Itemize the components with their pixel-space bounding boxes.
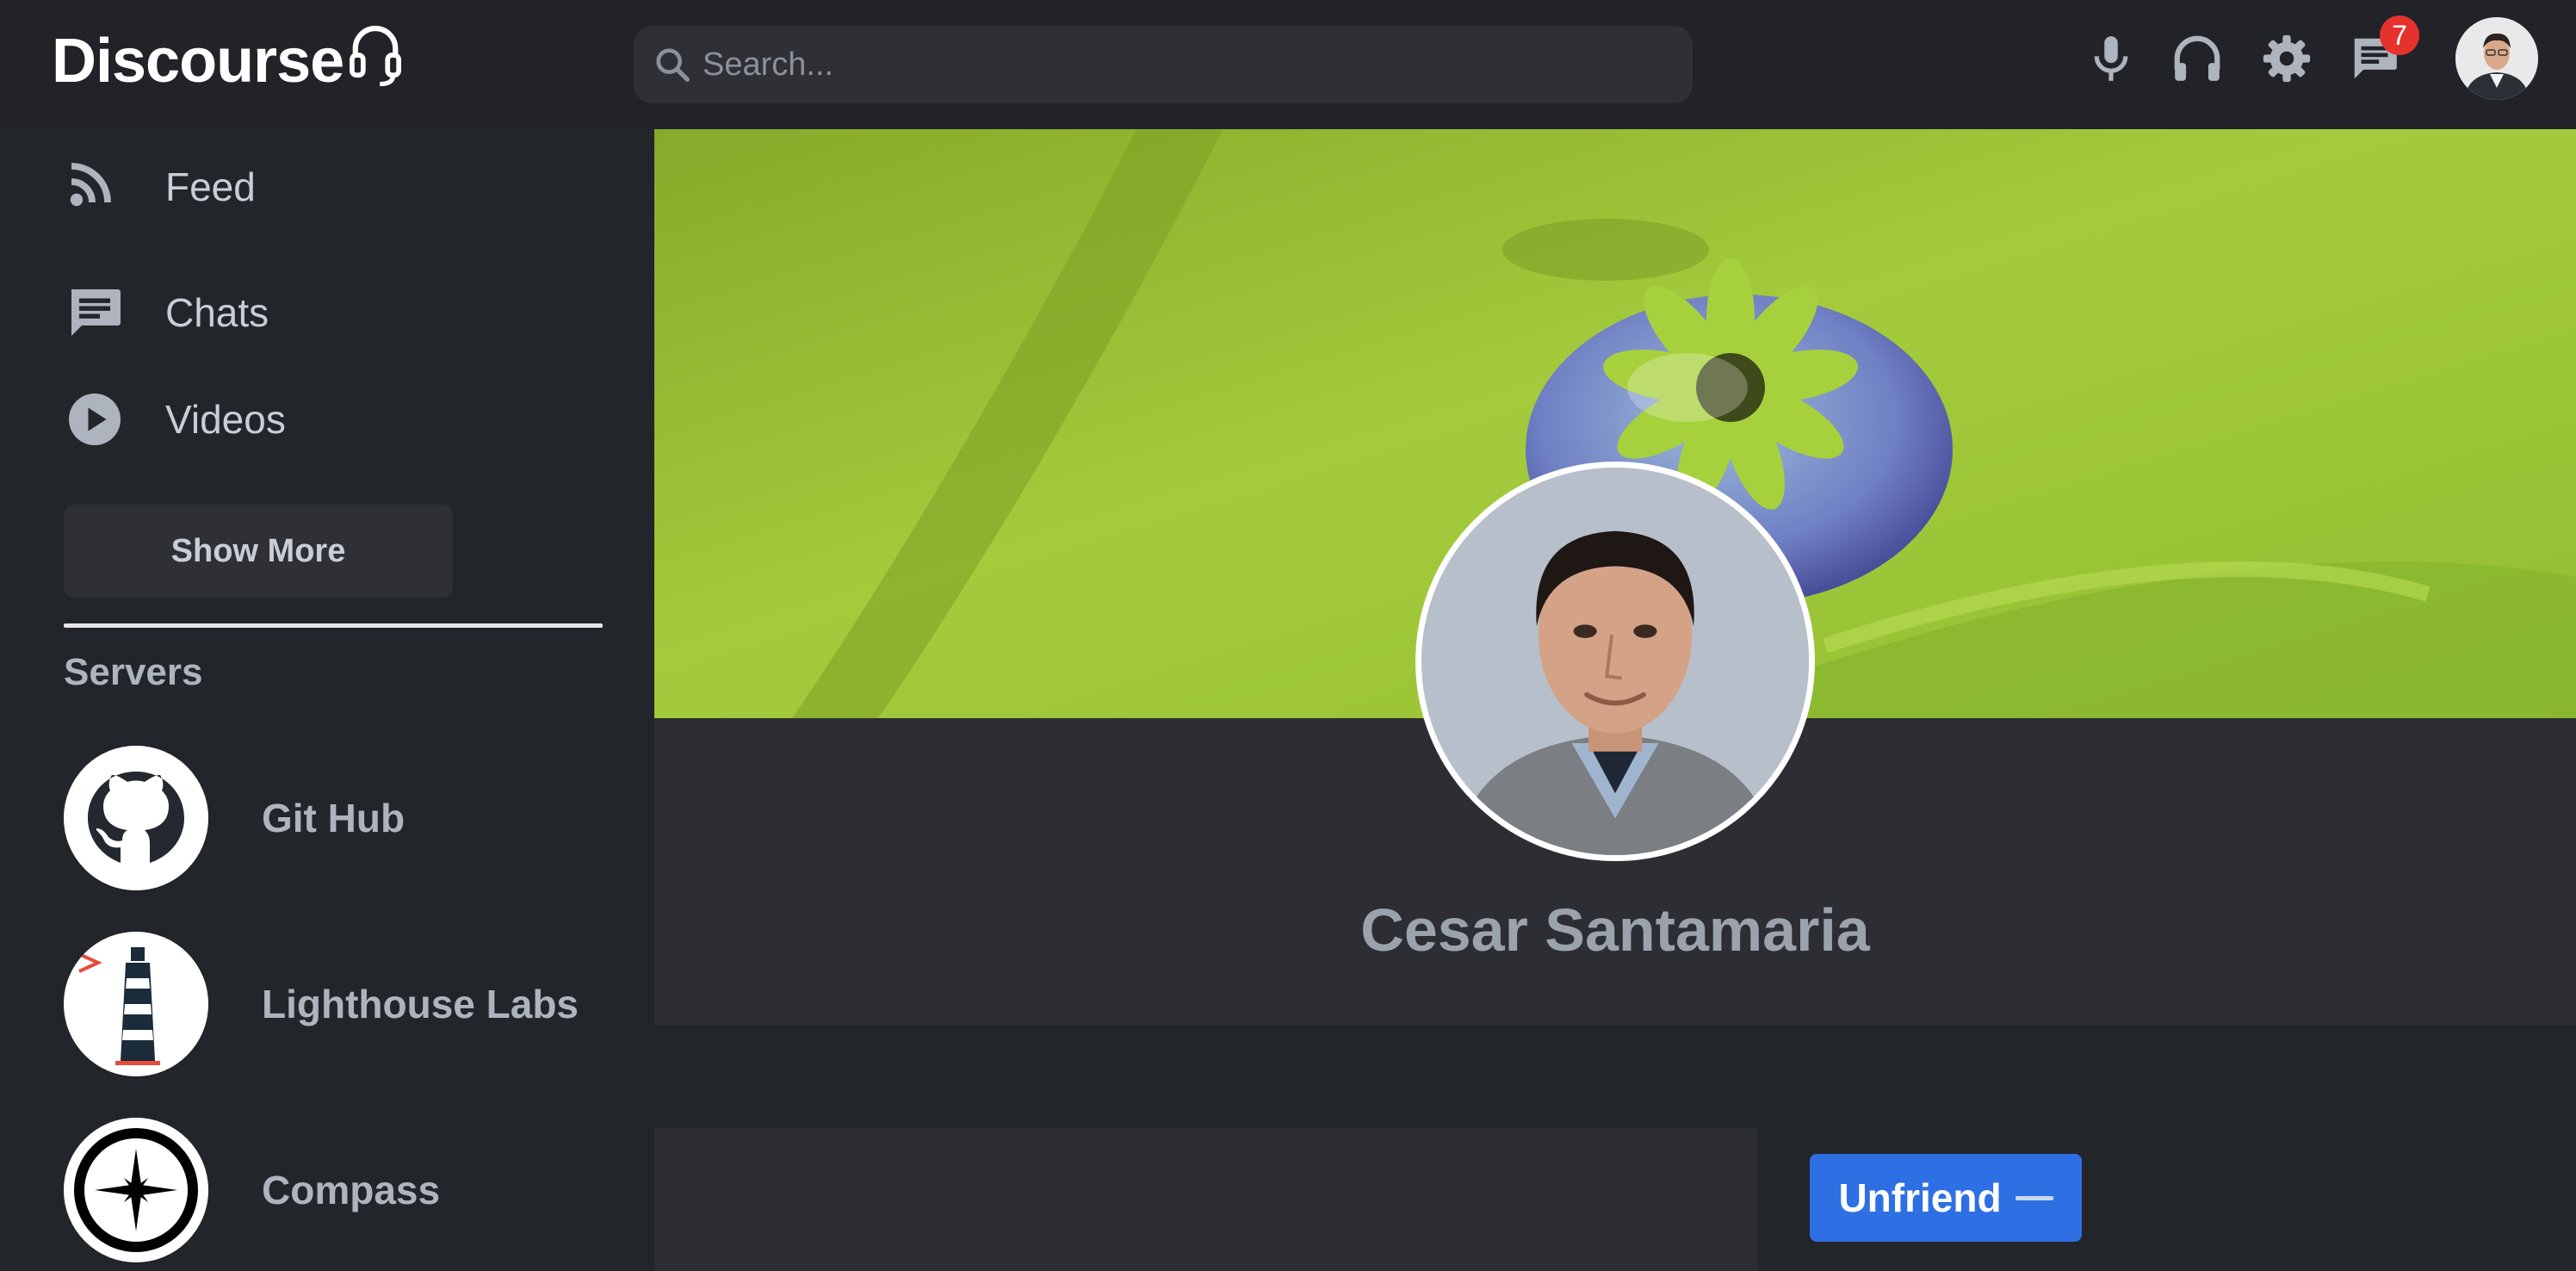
search-icon: [656, 48, 690, 82]
server-name: Git Hub: [262, 796, 406, 840]
brand-logo[interactable]: Discourse: [52, 25, 402, 96]
unfriend-label: Unfriend: [1838, 1175, 2002, 1220]
notification-badge: 7: [2380, 16, 2419, 55]
profile-name: Cesar Santamaria: [1360, 896, 1870, 964]
server-name: Lighthouse Labs: [262, 982, 579, 1026]
search-input[interactable]: [703, 26, 1693, 103]
microphone-button[interactable]: [2077, 24, 2146, 93]
app-window: Discourse Search... 7 Feed Chats Videos …: [0, 0, 2576, 1271]
server-logo: [64, 932, 208, 1076]
sidebar-item-label: Chats: [165, 290, 269, 335]
show-more-button[interactable]: Show More: [64, 505, 453, 598]
user-avatar[interactable]: [2455, 17, 2538, 100]
sidebar-item-videos[interactable]: Videos: [64, 381, 286, 458]
user-photo: [2455, 17, 2538, 100]
server-logo: [64, 1118, 208, 1262]
microphone-icon: [2094, 36, 2128, 81]
server-logo: [64, 746, 208, 890]
sidebar-divider: [64, 623, 603, 628]
server-name: Compass: [262, 1168, 441, 1212]
profile-photo: [1421, 468, 1809, 855]
headset-icon: [350, 25, 402, 87]
top-bar: Discourse Search... 7: [0, 0, 2576, 129]
headphones-icon: [2174, 35, 2220, 81]
brand-name: Discourse: [52, 27, 344, 96]
play-circle-icon: [69, 394, 121, 445]
search-bar[interactable]: [634, 26, 1693, 103]
sidebar-item-chats[interactable]: Chats: [64, 274, 269, 351]
settings-button[interactable]: [2252, 24, 2321, 93]
unfriend-button[interactable]: Unfriend: [1810, 1154, 2082, 1242]
servers-heading: Servers: [64, 651, 203, 693]
sidebar: Feed Chats Videos Show More Servers Git …: [0, 129, 637, 1271]
sidebar-item-feed[interactable]: Feed: [64, 148, 256, 226]
chat-icon: [71, 289, 121, 336]
sidebar-item-label: Videos: [165, 397, 286, 442]
messages-button[interactable]: 7: [2340, 16, 2419, 93]
profile-avatar[interactable]: [1415, 462, 1815, 861]
rss-icon: [70, 163, 111, 207]
headphones-button[interactable]: [2163, 24, 2232, 93]
content-card: [654, 1128, 1758, 1271]
gear-icon: [2263, 34, 2311, 83]
lighthouse-icon: [64, 932, 208, 1076]
compass-icon: [64, 1118, 208, 1262]
github-icon: [64, 746, 208, 890]
minus-icon: [2015, 1195, 2053, 1200]
sidebar-item-label: Feed: [165, 164, 256, 209]
